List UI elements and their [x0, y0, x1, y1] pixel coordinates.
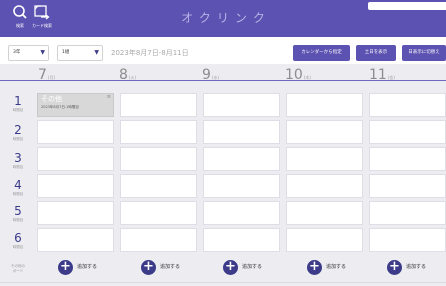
timetable-cell[interactable] — [286, 147, 363, 171]
add-button-fri[interactable]: + 追加する — [369, 258, 446, 278]
chevron-down-icon: ▼ — [94, 49, 99, 56]
calendar-select-button[interactable]: カレンダーから指定 — [293, 45, 350, 61]
period-caption: 時間目 — [12, 218, 24, 222]
period-label-6: 6 時間目 — [0, 232, 36, 250]
plus-icon: + — [307, 260, 322, 275]
date-range: 2023年8月7日-8月11日 — [111, 49, 189, 57]
period-label-4: 4 時間目 — [0, 179, 36, 197]
timetable-cell[interactable] — [203, 201, 280, 225]
group-select[interactable]: 1組 ▼ — [57, 45, 103, 61]
timetable-cell[interactable] — [369, 147, 446, 171]
add-button-wed[interactable]: + 追加する — [205, 258, 282, 278]
period-number: 5 — [14, 204, 22, 218]
menu-lines-icon[interactable]: ≡ — [107, 94, 111, 100]
add-button-label: 追加する — [406, 264, 427, 270]
timetable-cell[interactable] — [369, 120, 446, 144]
toolbar: 3年 ▼ 1組 ▼ 2023年8月7日-8月11日 カレンダーから指定 土日を表… — [0, 45, 446, 61]
period-label-1: 1 時間目 — [0, 95, 36, 113]
period-number: 4 — [14, 178, 22, 192]
lesson-card[interactable]: その他 ≡ 2023年8月7日-1時間目 — [37, 93, 114, 117]
other-board-label: その他の ボード — [0, 264, 36, 274]
day-header-mon: 7(月) — [38, 64, 55, 90]
period-label-2: 2 時間目 — [0, 124, 36, 142]
period-caption: 時間目 — [12, 137, 24, 141]
show-weekend-button[interactable]: 土日を表示 — [356, 45, 396, 61]
period-number: 3 — [14, 151, 22, 165]
timetable-cell[interactable] — [203, 228, 280, 252]
timetable-cell[interactable] — [37, 228, 114, 252]
timetable-cell[interactable] — [286, 228, 363, 252]
timetable-cell[interactable] — [369, 174, 446, 198]
grid-top-divider — [0, 80, 446, 81]
period-number: 2 — [14, 123, 22, 137]
timetable-cell[interactable] — [120, 201, 197, 225]
day-header-wed: 9(水) — [202, 64, 219, 90]
timetable-cell[interactable] — [203, 174, 280, 198]
class-select-value: 3年 — [13, 50, 21, 55]
period-caption: 時間目 — [12, 245, 24, 249]
period-number: 1 — [14, 94, 22, 108]
timetable-cell[interactable] — [369, 201, 446, 225]
timetable-cell[interactable] — [37, 201, 114, 225]
lesson-date: 2023年8月7日-1時間目 — [41, 105, 79, 109]
timetable-cell[interactable] — [120, 120, 197, 144]
period-caption: 時間目 — [12, 165, 24, 169]
day-header-fri: 11(金) — [369, 64, 395, 90]
app-header: 検索 カード検索 オクリンク — [0, 0, 446, 37]
timetable-cell[interactable] — [120, 174, 197, 198]
period-number: 6 — [14, 231, 22, 245]
add-button-thu[interactable]: + 追加する — [289, 258, 366, 278]
timetable-cell[interactable] — [37, 174, 114, 198]
period-caption: 時間目 — [12, 108, 24, 112]
class-select[interactable]: 3年 ▼ — [8, 45, 49, 61]
lesson-title: その他 — [41, 95, 62, 103]
timetable-cell[interactable] — [203, 93, 280, 117]
day-header-tue: 8(火) — [119, 64, 136, 90]
switch-daily-button[interactable]: 日表示に切替え — [402, 45, 446, 61]
timetable-cell[interactable] — [120, 228, 197, 252]
period-caption: 時間目 — [12, 192, 24, 196]
header-corner-bar — [368, 2, 446, 10]
timetable-cell[interactable] — [203, 120, 280, 144]
timetable-cell[interactable] — [369, 228, 446, 252]
timetable-cell[interactable] — [286, 93, 363, 117]
group-select-value: 1組 — [62, 50, 70, 55]
add-button-label: 追加する — [326, 264, 347, 270]
timetable-cell[interactable] — [120, 93, 197, 117]
timetable-cell[interactable] — [369, 93, 446, 117]
timetable-cell[interactable] — [37, 147, 114, 171]
plus-icon: + — [223, 260, 238, 275]
period-label-3: 3 時間目 — [0, 152, 36, 170]
add-button-mon[interactable]: + 追加する — [40, 258, 117, 278]
timetable-cell[interactable] — [37, 120, 114, 144]
plus-icon: + — [58, 260, 73, 275]
bottom-divider — [0, 282, 446, 283]
timetable-cell[interactable] — [286, 201, 363, 225]
day-header-thu: 10(木) — [285, 64, 311, 90]
add-button-tue[interactable]: + 追加する — [123, 258, 200, 278]
other-board-label-line2: ボード — [12, 269, 24, 273]
timetable-cell[interactable] — [203, 147, 280, 171]
period-label-5: 5 時間目 — [0, 205, 36, 223]
plus-icon: + — [141, 260, 156, 275]
add-button-label: 追加する — [160, 264, 181, 270]
timetable-cell[interactable] — [286, 174, 363, 198]
add-button-label: 追加する — [242, 264, 263, 270]
add-button-label: 追加する — [77, 264, 98, 270]
plus-icon: + — [387, 260, 402, 275]
timetable-cell[interactable] — [286, 120, 363, 144]
chevron-down-icon: ▼ — [40, 49, 45, 56]
timetable-cell[interactable] — [120, 147, 197, 171]
